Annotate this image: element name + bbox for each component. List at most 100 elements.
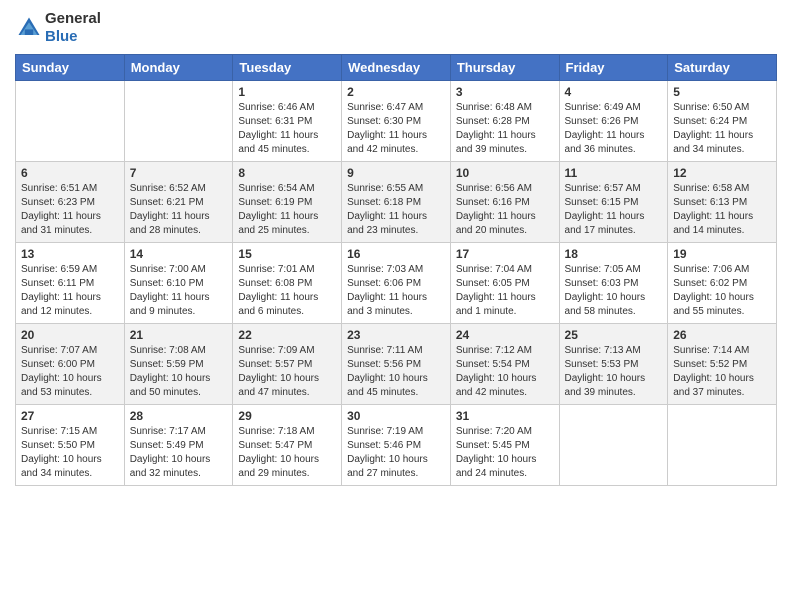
day-info: Sunrise: 6:54 AMSunset: 6:19 PMDaylight:… <box>238 182 336 238</box>
calendar-cell: 25Sunrise: 7:13 AMSunset: 5:53 PMDayligh… <box>559 324 668 405</box>
day-number: 18 <box>565 247 663 261</box>
day-number: 10 <box>456 166 554 180</box>
calendar-cell: 26 Sunrise: 7:14 AMSunset: 5:52 PMDayligh… <box>668 324 777 405</box>
calendar-cell: 14 Sunrise: 7:00 AMSunset: 6:10 PMDayligh… <box>124 243 233 324</box>
calendar-cell: 6 Sunrise: 6:51 AMSunset: 6:23 PMDaylight… <box>16 162 125 243</box>
day-number: 22 <box>238 328 336 342</box>
day-info: Sunrise: 6:49 AMSunset: 6:26 PMDaylight:… <box>565 101 663 157</box>
day-info: Sunrise: 6:50 AMSunset: 6:24 PMDaylight:… <box>673 101 771 157</box>
day-info: Sunrise: 7:14 AMSunset: 5:52 PMDaylight:… <box>673 344 771 400</box>
week-row-3: 13Sunrise: 6:59 AMSunset: 6:11 PMDayligh… <box>16 243 777 324</box>
day-info: Sunrise: 6:58 AMSunset: 6:13 PMDaylight:… <box>673 182 771 238</box>
calendar-cell <box>668 405 777 486</box>
day-info: Sunrise: 7:07 AMSunset: 6:00 PMDaylight:… <box>21 344 119 400</box>
calendar-cell: 9 Sunrise: 6:55 AMSunset: 6:18 PMDaylight… <box>342 162 451 243</box>
calendar-cell: 30 Sunrise: 7:19 AMSunset: 5:46 PMDayligh… <box>342 405 451 486</box>
day-number: 16 <box>347 247 445 261</box>
day-info: Sunrise: 6:57 AMSunset: 6:15 PMDaylight:… <box>565 182 663 238</box>
calendar-cell: 15 Sunrise: 7:01 AMSunset: 6:08 PMDayligh… <box>233 243 342 324</box>
weekday-header-friday: Friday <box>559 55 668 81</box>
calendar-cell <box>124 81 233 162</box>
day-info: Sunrise: 7:01 AMSunset: 6:08 PMDaylight:… <box>238 263 336 319</box>
day-info: Sunrise: 6:47 AMSunset: 6:30 PMDaylight:… <box>347 101 445 157</box>
day-number: 25 <box>565 328 663 342</box>
weekday-header-tuesday: Tuesday <box>233 55 342 81</box>
calendar-table: SundayMondayTuesdayWednesdayThursdayFrid… <box>15 54 777 486</box>
calendar-cell: 10 Sunrise: 6:56 AMSunset: 6:16 PMDayligh… <box>450 162 559 243</box>
day-info: Sunrise: 7:06 AMSunset: 6:02 PMDaylight:… <box>673 263 771 319</box>
calendar-cell: 4 Sunrise: 6:49 AMSunset: 6:26 PMDaylight… <box>559 81 668 162</box>
week-row-1: 1Sunrise: 6:46 AMSunset: 6:31 PMDaylight… <box>16 81 777 162</box>
day-info: Sunrise: 6:46 AMSunset: 6:31 PMDaylight:… <box>238 101 336 157</box>
weekday-header-wednesday: Wednesday <box>342 55 451 81</box>
day-number: 6 <box>21 166 119 180</box>
day-number: 19 <box>673 247 771 261</box>
day-info: Sunrise: 7:03 AMSunset: 6:06 PMDaylight:… <box>347 263 445 319</box>
day-info: Sunrise: 7:00 AMSunset: 6:10 PMDaylight:… <box>130 263 228 319</box>
calendar-cell: 20 Sunrise: 7:07 AMSunset: 6:00 PMDayligh… <box>16 324 125 405</box>
calendar-cell: 18 Sunrise: 7:05 AMSunset: 6:03 PMDayligh… <box>559 243 668 324</box>
day-info: Sunrise: 6:48 AMSunset: 6:28 PMDaylight:… <box>456 101 554 157</box>
calendar-cell: 31 Sunrise: 7:20 AMSunset: 5:45 PMDayligh… <box>450 405 559 486</box>
calendar-cell: 21 Sunrise: 7:08 AMSunset: 5:59 PMDayligh… <box>124 324 233 405</box>
day-number: 20 <box>21 328 119 342</box>
day-info: Sunrise: 7:11 AMSunset: 5:56 PMDaylight:… <box>347 344 445 400</box>
day-number: 26 <box>673 328 771 342</box>
day-number: 2 <box>347 85 445 99</box>
day-number: 3 <box>456 85 554 99</box>
calendar-cell: 17 Sunrise: 7:04 AMSunset: 6:05 PMDayligh… <box>450 243 559 324</box>
day-info: Sunrise: 6:51 AMSunset: 6:23 PMDaylight:… <box>21 182 119 238</box>
day-number: 9 <box>347 166 445 180</box>
day-info: Sunrise: 7:19 AMSunset: 5:46 PMDaylight:… <box>347 425 445 481</box>
day-number: 4 <box>565 85 663 99</box>
day-number: 27 <box>21 409 119 423</box>
day-info: Sunrise: 7:18 AMSunset: 5:47 PMDaylight:… <box>238 425 336 481</box>
day-number: 21 <box>130 328 228 342</box>
calendar-cell: 11 Sunrise: 6:57 AMSunset: 6:15 PMDayligh… <box>559 162 668 243</box>
calendar-cell: 7Sunrise: 6:52 AMSunset: 6:21 PMDaylight… <box>124 162 233 243</box>
calendar-cell: 29 Sunrise: 7:18 AMSunset: 5:47 PMDayligh… <box>233 405 342 486</box>
day-info: Sunrise: 6:59 AMSunset: 6:11 PMDaylight:… <box>21 263 119 319</box>
day-number: 12 <box>673 166 771 180</box>
calendar-cell: 1Sunrise: 6:46 AMSunset: 6:31 PMDaylight… <box>233 81 342 162</box>
day-number: 11 <box>565 166 663 180</box>
logo: General Blue <box>15 10 101 46</box>
day-info: Sunrise: 7:04 AMSunset: 6:05 PMDaylight:… <box>456 263 554 319</box>
day-info: Sunrise: 7:17 AMSunset: 5:49 PMDaylight:… <box>130 425 228 481</box>
day-number: 30 <box>347 409 445 423</box>
day-number: 24 <box>456 328 554 342</box>
day-number: 28 <box>130 409 228 423</box>
week-row-4: 20 Sunrise: 7:07 AMSunset: 6:00 PMDayligh… <box>16 324 777 405</box>
day-number: 17 <box>456 247 554 261</box>
day-info: Sunrise: 6:55 AMSunset: 6:18 PMDaylight:… <box>347 182 445 238</box>
logo-icon <box>15 14 43 42</box>
day-number: 5 <box>673 85 771 99</box>
calendar-cell: 12 Sunrise: 6:58 AMSunset: 6:13 PMDayligh… <box>668 162 777 243</box>
calendar-cell: 22Sunrise: 7:09 AMSunset: 5:57 PMDayligh… <box>233 324 342 405</box>
page: General Blue SundayMondayTuesdayWednesda… <box>0 0 792 612</box>
calendar-cell: 8Sunrise: 6:54 AMSunset: 6:19 PMDaylight… <box>233 162 342 243</box>
day-info: Sunrise: 6:56 AMSunset: 6:16 PMDaylight:… <box>456 182 554 238</box>
day-number: 15 <box>238 247 336 261</box>
day-info: Sunrise: 7:08 AMSunset: 5:59 PMDaylight:… <box>130 344 228 400</box>
day-info: Sunrise: 7:05 AMSunset: 6:03 PMDaylight:… <box>565 263 663 319</box>
header: General Blue <box>15 10 777 46</box>
weekday-header-thursday: Thursday <box>450 55 559 81</box>
calendar-cell: 23Sunrise: 7:11 AMSunset: 5:56 PMDayligh… <box>342 324 451 405</box>
day-info: Sunrise: 7:20 AMSunset: 5:45 PMDaylight:… <box>456 425 554 481</box>
calendar-cell: 13Sunrise: 6:59 AMSunset: 6:11 PMDayligh… <box>16 243 125 324</box>
calendar-cell <box>559 405 668 486</box>
day-number: 14 <box>130 247 228 261</box>
calendar-cell: 2 Sunrise: 6:47 AMSunset: 6:30 PMDaylight… <box>342 81 451 162</box>
calendar-cell: 5 Sunrise: 6:50 AMSunset: 6:24 PMDaylight… <box>668 81 777 162</box>
calendar-cell: 19 Sunrise: 7:06 AMSunset: 6:02 PMDayligh… <box>668 243 777 324</box>
week-row-2: 6 Sunrise: 6:51 AMSunset: 6:23 PMDaylight… <box>16 162 777 243</box>
day-number: 7 <box>130 166 228 180</box>
weekday-header-row: SundayMondayTuesdayWednesdayThursdayFrid… <box>16 55 777 81</box>
weekday-header-monday: Monday <box>124 55 233 81</box>
calendar-cell <box>16 81 125 162</box>
weekday-header-saturday: Saturday <box>668 55 777 81</box>
day-number: 31 <box>456 409 554 423</box>
calendar-cell: 3 Sunrise: 6:48 AMSunset: 6:28 PMDaylight… <box>450 81 559 162</box>
day-number: 29 <box>238 409 336 423</box>
